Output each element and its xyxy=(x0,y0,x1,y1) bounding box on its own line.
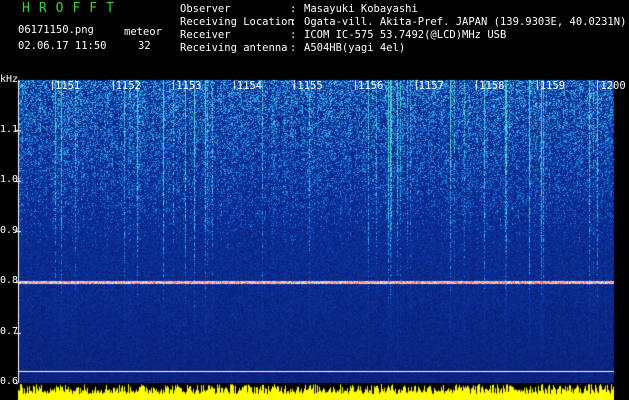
x-tick-label: 1153 xyxy=(176,80,202,92)
location-value: Ogata-vill. Akita-Pref. JAPAN (139.9303E… xyxy=(304,16,627,28)
x-tick-label: 1154 xyxy=(236,80,263,92)
separator: : xyxy=(290,29,297,41)
meteor-count: 32 xyxy=(138,40,151,52)
y-tick-label: 0.7 xyxy=(0,325,19,337)
antenna-value: A504HB(yagi 4el) xyxy=(304,42,406,54)
observer-value: Masayuki Kobayashi xyxy=(304,3,418,15)
app-title: HROFFT xyxy=(22,1,123,16)
x-tick-label: 1155 xyxy=(297,80,323,92)
location-label: Receiving Location xyxy=(180,16,294,28)
x-tick-label: 1151 xyxy=(55,80,81,92)
y-tick-label: 1.1 xyxy=(0,123,19,135)
file-name: 06171150.png xyxy=(18,24,94,36)
y-tick-label: 0.9 xyxy=(0,224,19,236)
x-tick-label: 1158 xyxy=(479,80,505,92)
observer-label: Observer xyxy=(180,3,231,15)
meteor-label: meteor xyxy=(124,26,162,38)
separator: : xyxy=(290,16,297,28)
x-tick-label: 1157 xyxy=(418,80,444,92)
x-tick-label: 1156 xyxy=(358,80,384,92)
antenna-label: Receiving antenna xyxy=(180,42,288,54)
separator: : xyxy=(290,3,297,15)
separator: : xyxy=(290,42,297,54)
x-tick-label: 1200 xyxy=(600,80,626,92)
x-tick-label: 1152 xyxy=(115,80,141,92)
x-tick-label: 1159 xyxy=(539,80,566,92)
file-datetime: 02.06.17 11:50 xyxy=(18,40,107,52)
receiver-label: Receiver xyxy=(180,29,231,41)
receiver-value: ICOM IC-575 53.7492(@LCD)MHz USB xyxy=(304,29,507,41)
y-tick-label: 1.0 xyxy=(0,174,19,185)
y-tick-label: 0.6 xyxy=(0,376,19,387)
spectrogram xyxy=(0,0,629,400)
y-axis-label: kHz xyxy=(0,74,19,85)
y-tick-label: 0.8 xyxy=(0,275,19,286)
